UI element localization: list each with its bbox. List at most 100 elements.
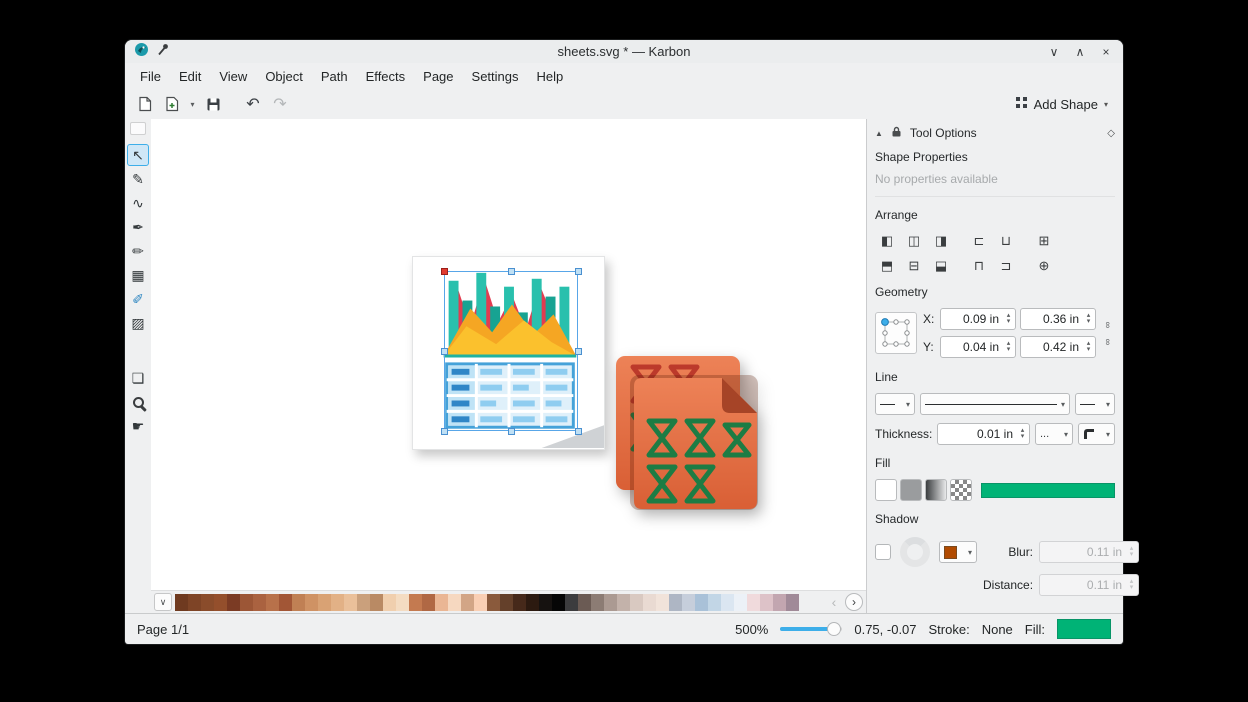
float-docker-icon[interactable]: ◇ [1107, 128, 1115, 139]
selection-handle[interactable] [575, 348, 582, 355]
fill-solid-button[interactable] [900, 479, 922, 501]
color-swatch[interactable] [175, 594, 188, 611]
color-swatch[interactable] [305, 594, 318, 611]
selection-handle[interactable] [575, 428, 582, 435]
selection-handle[interactable] [575, 268, 582, 275]
spread-shapes-icon[interactable]: ⊕ [1032, 255, 1056, 276]
canvas[interactable] [151, 119, 866, 590]
undo-button[interactable]: ↶ [241, 92, 265, 116]
shade-window-icon[interactable]: ∨ [1046, 44, 1062, 60]
position-anchor-widget[interactable] [875, 312, 917, 354]
pan-tool[interactable]: ☛ [127, 415, 149, 437]
color-swatch[interactable] [656, 594, 669, 611]
palette-scroll-left-icon[interactable]: ‹ [826, 594, 842, 610]
menu-item[interactable]: Path [312, 65, 357, 88]
color-swatch[interactable] [331, 594, 344, 611]
shadow-blur-field[interactable]: 0.11 in [1039, 541, 1139, 563]
menu-item[interactable]: Edit [170, 65, 210, 88]
brush-tool[interactable]: ✐ [127, 288, 149, 310]
color-swatch[interactable] [773, 594, 786, 611]
x-position-field[interactable]: 0.09 in [940, 308, 1016, 330]
selection-handle[interactable] [441, 268, 448, 275]
color-swatch[interactable] [565, 594, 578, 611]
color-swatch[interactable] [578, 594, 591, 611]
spinner-buttons[interactable] [1082, 309, 1095, 329]
color-swatch[interactable] [513, 594, 526, 611]
color-swatch[interactable] [734, 594, 747, 611]
sheets-document-artwork[interactable] [615, 355, 758, 510]
color-swatch[interactable] [266, 594, 279, 611]
menu-item[interactable]: View [210, 65, 256, 88]
color-swatch[interactable] [474, 594, 487, 611]
align-center-vertical-icon[interactable]: ⊟ [902, 255, 926, 276]
freehand-path-tool[interactable]: ✎ [127, 168, 149, 190]
color-swatch[interactable] [487, 594, 500, 611]
color-swatch[interactable] [318, 594, 331, 611]
shadow-color-select[interactable] [939, 541, 977, 563]
color-swatch[interactable] [591, 594, 604, 611]
align-left-icon[interactable]: ◧ [875, 230, 899, 251]
selection-handle[interactable] [508, 268, 515, 275]
color-swatch[interactable] [201, 594, 214, 611]
fill-color-swatch[interactable] [981, 483, 1115, 498]
color-swatch[interactable] [422, 594, 435, 611]
y-position-field[interactable]: 0.04 in [940, 336, 1016, 358]
thickness-field[interactable]: 0.01 in [937, 423, 1030, 445]
statusbar-fill-swatch[interactable] [1057, 619, 1111, 639]
shadow-angle-wheel[interactable] [900, 537, 930, 567]
color-swatch[interactable] [526, 594, 539, 611]
fill-gradient-button[interactable] [925, 479, 947, 501]
curve-edit-tool[interactable]: ∿ [127, 192, 149, 214]
gradient-tool[interactable]: ▨ [127, 312, 149, 334]
color-swatch[interactable] [279, 594, 292, 611]
group-shapes-icon[interactable]: ⊞ [1032, 230, 1056, 251]
pin-icon[interactable] [156, 43, 169, 61]
menu-item[interactable]: Settings [463, 65, 528, 88]
chart-artwork[interactable] [412, 256, 605, 450]
link-size-icon[interactable]: ∞ [1102, 335, 1115, 349]
callout-shape-tool[interactable]: ❏ [127, 367, 149, 389]
color-swatch[interactable] [253, 594, 266, 611]
color-swatch[interactable] [643, 594, 656, 611]
height-field[interactable]: 0.42 in [1020, 336, 1096, 358]
pencil-tool[interactable]: ✏ [127, 240, 149, 262]
palette-menu-button[interactable]: ∨ [154, 593, 172, 611]
select-tool[interactable]: ↖ [127, 144, 149, 166]
color-swatch[interactable] [344, 594, 357, 611]
color-swatch[interactable] [747, 594, 760, 611]
titlebar[interactable]: sheets.svg * — Karbon ∨ ∧ × [125, 40, 1123, 63]
spinner-buttons[interactable] [1082, 337, 1095, 357]
align-bottom-icon[interactable]: ⬓ [929, 255, 953, 276]
color-swatch[interactable] [617, 594, 630, 611]
color-swatch[interactable] [435, 594, 448, 611]
close-window-icon[interactable]: × [1098, 44, 1114, 60]
distribute-top-icon[interactable]: ⊓ [967, 255, 991, 276]
line-join-select[interactable] [1078, 423, 1115, 445]
calligraphy-tool[interactable]: ✒ [127, 216, 149, 238]
color-swatch[interactable] [357, 594, 370, 611]
selection-outline[interactable] [444, 271, 578, 431]
zoom-slider-knob[interactable] [827, 622, 841, 636]
menu-item[interactable]: File [131, 65, 170, 88]
line-end-marker-select[interactable] [1075, 393, 1115, 415]
line-start-marker-select[interactable] [875, 393, 915, 415]
toolbox-handle[interactable] [130, 122, 146, 135]
selection-handle[interactable] [441, 348, 448, 355]
pattern-tool[interactable]: ▦ [127, 264, 149, 286]
save-button[interactable] [201, 92, 225, 116]
align-right-icon[interactable]: ◨ [929, 230, 953, 251]
align-center-horizontal-icon[interactable]: ◫ [902, 230, 926, 251]
shadow-distance-field[interactable]: 0.11 in [1039, 574, 1139, 596]
fill-pattern-button[interactable] [950, 479, 972, 501]
distribute-vertical-center-icon[interactable]: ⊐ [994, 255, 1018, 276]
color-swatch[interactable] [760, 594, 773, 611]
align-top-icon[interactable]: ⬒ [875, 255, 899, 276]
collapse-docker-icon[interactable]: ▲ [875, 129, 883, 138]
color-swatch[interactable] [552, 594, 565, 611]
color-swatch[interactable] [448, 594, 461, 611]
color-swatch[interactable] [721, 594, 734, 611]
link-position-icon[interactable]: ∞ [1102, 318, 1115, 332]
open-document-button[interactable] [160, 92, 184, 116]
color-swatch[interactable] [383, 594, 396, 611]
color-swatch[interactable] [630, 594, 643, 611]
